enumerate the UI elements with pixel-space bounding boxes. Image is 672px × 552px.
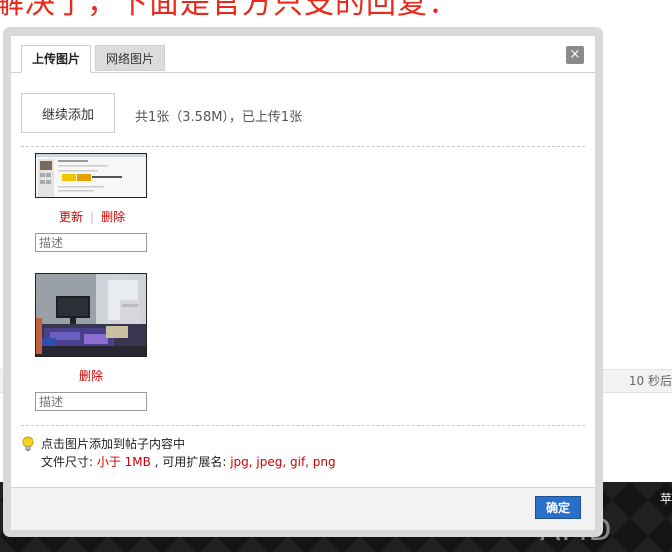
tip-extensions-prefix: , 可用扩展名: (150, 455, 231, 469)
tab-bar: 上传图片 网络图片 × (11, 36, 595, 73)
background-heading: 解决了，下面是官方只支的回复： (0, 0, 459, 21)
background-row-time: 10 秒后 (628, 374, 672, 388)
image-2-description-input[interactable] (35, 392, 147, 411)
divider (21, 425, 585, 426)
tip-line-2: 文件尺寸: 小于 1MB , 可用扩展名: jpg, jpeg, gif, pn… (41, 453, 336, 470)
delete-image-link[interactable]: 删除 (79, 369, 103, 383)
delete-image-link[interactable]: 删除 (101, 210, 125, 224)
image-upload-dialog: 上传图片 网络图片 × 继续添加 共1张（3.58M），已上传1张 更新 | 删除 (11, 36, 595, 530)
background-banner-text: 苹 (659, 492, 672, 506)
action-separator: | (90, 210, 95, 224)
tip-extensions: jpg, jpeg, gif, png (230, 455, 336, 469)
dialog-footer (11, 487, 595, 530)
add-more-button[interactable]: 继续添加 (21, 93, 115, 133)
confirm-button[interactable]: 确定 (535, 496, 581, 519)
lightbulb-icon (22, 436, 34, 451)
image-1-actions: 更新 | 删除 (59, 208, 125, 225)
image-thumbnail-2[interactable] (35, 273, 147, 357)
tab-web-image[interactable]: 网络图片 (95, 45, 166, 71)
thumbnail-photo-graphic (36, 274, 146, 356)
thumbnail-screenshot-graphic (36, 154, 146, 197)
upload-summary: 共1张（3.58M），已上传1张 (135, 110, 303, 125)
divider (21, 146, 585, 147)
image-1-description-input[interactable] (35, 233, 147, 252)
tab-upload-image[interactable]: 上传图片 (21, 45, 92, 73)
image-thumbnail-1[interactable] (35, 153, 147, 198)
update-image-link[interactable]: 更新 (59, 210, 83, 224)
image-2-actions: 删除 (79, 367, 103, 384)
tip-size-limit: 小于 1MB (96, 455, 151, 469)
close-icon[interactable]: × (566, 46, 584, 64)
tip-size-prefix: 文件尺寸: (41, 455, 97, 469)
tip-line-1: 点击图片添加到帖子内容中 (41, 437, 186, 451)
